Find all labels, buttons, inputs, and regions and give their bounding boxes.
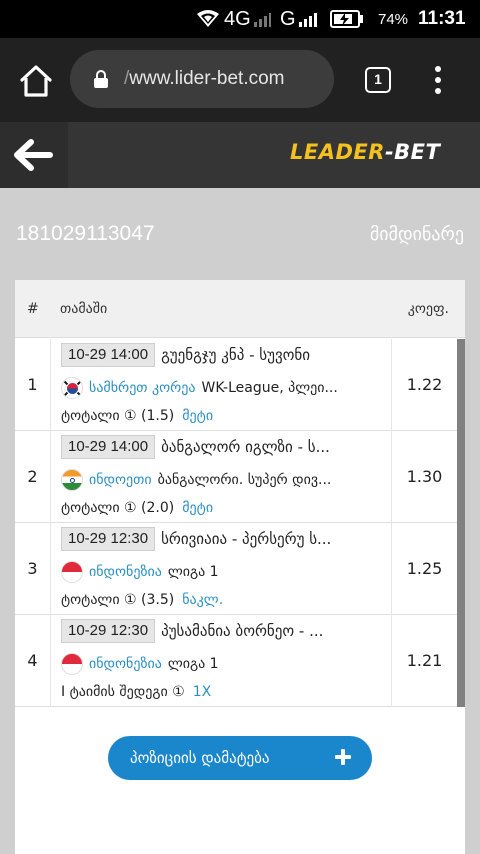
header-number: # xyxy=(27,301,39,317)
signal-icon xyxy=(253,13,271,27)
table-row[interactable]: 3 10-29 12:30 სრივიაია - პერსერუ ს... ინდ… xyxy=(15,523,465,615)
clock: 11:31 xyxy=(418,8,466,29)
indonesia-flag-icon xyxy=(61,560,83,583)
league-name: ლიგა 1 xyxy=(167,655,219,672)
signal-2-icon xyxy=(298,13,317,27)
wifi-icon xyxy=(196,0,220,38)
status-bar: 4G G 74% 11:31 xyxy=(0,0,480,38)
back-button[interactable] xyxy=(0,122,68,188)
bet-type: ტოტალი ① (1.5) xyxy=(61,408,175,424)
row-number: 2 xyxy=(15,431,51,523)
bet-value: ნაკლ. xyxy=(182,592,224,608)
tab-switcher-button[interactable]: 1 xyxy=(365,67,391,93)
match-name: ბანგალორ იგლზი - ს... xyxy=(161,438,330,456)
site-logo[interactable]: LEADER-BET xyxy=(290,140,440,164)
ticket-status: მიმდინარე xyxy=(369,224,464,245)
league-name: WK-League, პლეი... xyxy=(201,379,338,396)
match-name: პუსამანია ბორნეო - ... xyxy=(161,622,324,640)
bet-value: მეტი xyxy=(182,500,214,516)
row-number: 4 xyxy=(15,615,51,707)
address-bar[interactable]: /www.lider-bet.com xyxy=(70,50,334,108)
game-cell: 10-29 14:00 გუენგჯუ კნპ - სუვონი სამხრეთ … xyxy=(51,339,391,431)
bet-type: ტოტალი ① (3.5) xyxy=(61,592,175,608)
match-datetime: 10-29 12:30 xyxy=(61,619,156,643)
row-edge-bar xyxy=(457,523,465,615)
site-header: LEADER-BET xyxy=(0,122,480,188)
ticket-id: 181029113047 xyxy=(16,222,155,245)
game-cell: 10-29 14:00 ბანგალორ იგლზი - ს... ინდოეთი… xyxy=(51,431,391,523)
battery-icon xyxy=(330,0,364,38)
header-game: თამაში xyxy=(60,301,108,317)
logo-text-part1: LEADER xyxy=(290,140,385,164)
match-datetime: 10-29 14:00 xyxy=(61,343,156,367)
lock-icon xyxy=(92,70,110,88)
table-row[interactable]: 2 10-29 14:00 ბანგალორ იგლზი - ს... ინდოე… xyxy=(15,431,465,523)
match-datetime: 10-29 14:00 xyxy=(61,435,156,459)
more-options-icon[interactable] xyxy=(430,66,446,96)
league-name: ლიგა 1 xyxy=(167,563,219,580)
bet-value: 1X xyxy=(192,684,212,700)
logo-text-part2: -BET xyxy=(384,140,441,164)
indonesia-flag-icon xyxy=(61,652,83,675)
browser-toolbar: /www.lider-bet.com 1 xyxy=(0,38,480,122)
home-icon[interactable] xyxy=(18,64,54,98)
network-type-2-label: G xyxy=(280,7,296,30)
bet-type: I ტაიმის შედეგი ① xyxy=(61,684,185,700)
row-edge-bar xyxy=(457,615,465,707)
match-name: სრივიაია - პერსერუ ს... xyxy=(161,530,332,548)
match-name: გუენგჯუ კნპ - სუვონი xyxy=(161,346,311,364)
coefficient: 1.25 xyxy=(391,523,457,615)
country-link[interactable]: ინდონეზია xyxy=(89,656,162,672)
url-text: /www.lider-bet.com xyxy=(124,68,285,89)
coefficient: 1.22 xyxy=(391,339,457,431)
row-edge-bar xyxy=(457,339,465,431)
match-datetime: 10-29 12:30 xyxy=(61,527,156,551)
table-row[interactable]: 4 10-29 12:30 პუსამანია ბორნეო - ... ინდო… xyxy=(15,615,465,707)
network-type-label: 4G xyxy=(224,7,251,30)
url-value: www.lider-bet.com xyxy=(129,68,285,89)
game-cell: 10-29 12:30 პუსამანია ბორნეო - ... ინდონე… xyxy=(51,615,391,707)
country-link[interactable]: სამხრეთ კორეა xyxy=(89,380,195,396)
league-name: ბანგალორი. სუპერ დივ... xyxy=(157,471,332,488)
south-korea-flag-icon xyxy=(61,376,83,399)
bet-value: მეტი xyxy=(182,408,214,424)
game-cell: 10-29 12:30 სრივიაია - პერსერუ ს... ინდონ… xyxy=(51,523,391,615)
row-number: 1 xyxy=(15,339,51,431)
battery-percent: 74% xyxy=(378,10,409,28)
add-position-label: პოზიციის დამატება xyxy=(130,749,270,767)
add-position-button[interactable]: პოზიციის დამატება xyxy=(108,736,372,780)
header-coef: კოეფ. xyxy=(407,301,449,317)
bet-type: ტოტალი ① (2.0) xyxy=(61,500,175,516)
table-row[interactable]: 1 10-29 14:00 გუენგჯუ კნპ - სუვონი სამხრე… xyxy=(15,339,465,431)
india-flag-icon xyxy=(61,468,83,491)
back-arrow-icon xyxy=(14,139,53,171)
country-link[interactable]: ინდონეზია xyxy=(89,564,162,580)
table-header: # თამაში კოეფ. xyxy=(15,280,465,338)
plus-icon xyxy=(334,748,352,766)
row-edge-bar xyxy=(457,431,465,523)
coefficient: 1.21 xyxy=(391,615,457,707)
country-link[interactable]: ინდოეთი xyxy=(89,472,152,488)
coefficient: 1.30 xyxy=(391,431,457,523)
row-number: 3 xyxy=(15,523,51,615)
